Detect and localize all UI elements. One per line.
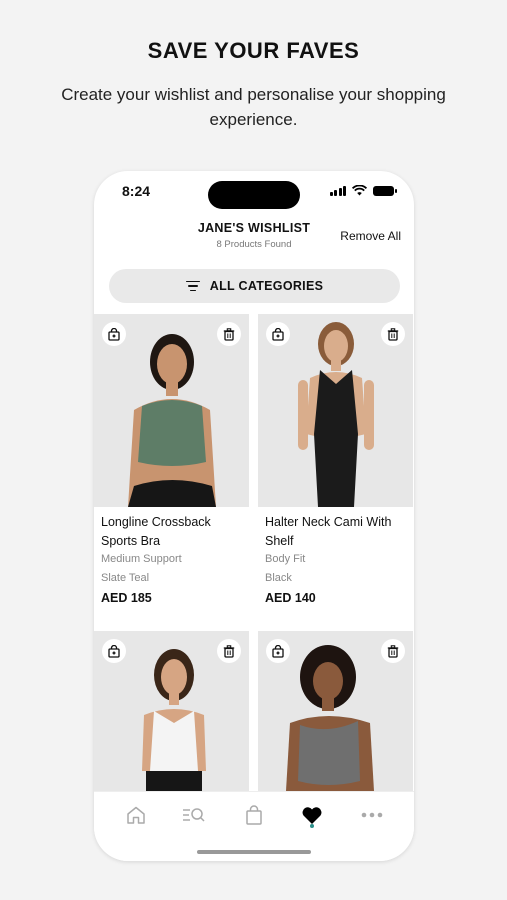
all-categories-button[interactable]: ALL CATEGORIES: [109, 269, 400, 303]
bag-icon[interactable]: [234, 800, 274, 830]
bag-icon[interactable]: [266, 639, 290, 663]
product-card[interactable]: Halter Neck Cami With Shelf Body Fit Bla…: [258, 314, 413, 627]
status-bar: 8:24: [94, 171, 414, 213]
filter-icon: [185, 280, 200, 292]
bag-icon[interactable]: [266, 322, 290, 346]
product-image[interactable]: [94, 314, 249, 507]
dynamic-island: [208, 181, 300, 209]
status-time: 8:24: [122, 183, 151, 199]
product-name[interactable]: Halter Neck Cami With Shelf: [265, 513, 410, 551]
battery-icon: [373, 185, 397, 196]
phone-frame: 8:24 JANE'S WISHLIST 8 Products Found Re…: [94, 171, 414, 861]
trash-icon[interactable]: [381, 322, 405, 346]
bottom-tab-bar: [94, 791, 414, 861]
promo-title: SAVE YOUR FAVES: [147, 38, 360, 63]
remove-all-button[interactable]: Remove All: [340, 229, 401, 243]
trash-icon[interactable]: [217, 322, 241, 346]
product-image[interactable]: [258, 314, 413, 507]
wishlist-title: JANE'S WISHLIST: [197, 221, 311, 235]
product-card[interactable]: Longline Crossback Sports Bra Medium Sup…: [94, 314, 249, 627]
signal-icon: [329, 185, 346, 196]
bag-icon[interactable]: [102, 639, 126, 663]
status-icons: [329, 185, 397, 196]
product-count: 8 Products Found: [216, 239, 292, 250]
product-price: AED 185: [101, 591, 152, 605]
wifi-icon: [352, 185, 367, 196]
home-indicator: [197, 850, 311, 854]
all-categories-label: ALL CATEGORIES: [209, 279, 324, 293]
product-name[interactable]: Longline Crossback Sports Bra: [101, 513, 246, 551]
product-price: AED 140: [265, 591, 316, 605]
trash-icon[interactable]: [381, 639, 405, 663]
product-fit: Medium Support: [101, 553, 182, 565]
promo-subtitle: Create your wishlist and personalise you…: [61, 85, 446, 129]
active-tab-indicator: [310, 824, 314, 828]
product-card[interactable]: [258, 631, 413, 824]
wishlist-header: JANE'S WISHLIST 8 Products Found Remove …: [94, 213, 414, 263]
more-icon[interactable]: [352, 800, 392, 830]
trash-icon[interactable]: [217, 639, 241, 663]
product-fit: Body Fit: [265, 553, 306, 565]
bag-icon[interactable]: [102, 322, 126, 346]
home-icon[interactable]: [116, 800, 156, 830]
product-color: Slate Teal: [101, 572, 150, 584]
product-card[interactable]: [94, 631, 249, 824]
product-color: Black: [265, 572, 292, 584]
search-icon[interactable]: [174, 800, 214, 830]
